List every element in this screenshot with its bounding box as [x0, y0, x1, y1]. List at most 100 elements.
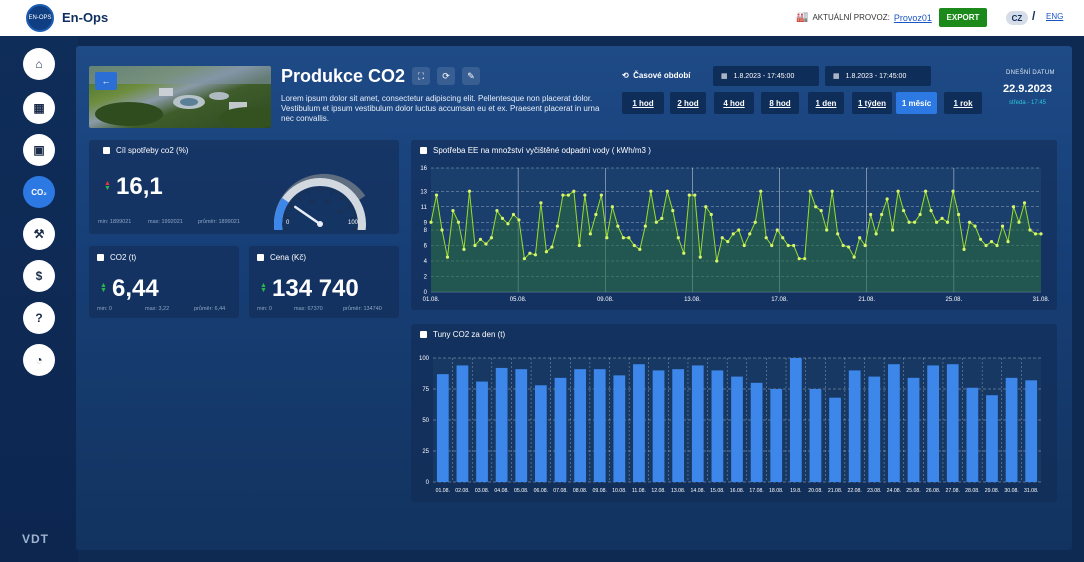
- bar-chart-title[interactable]: Tuny CO2 za den (t): [420, 330, 505, 339]
- period-button[interactable]: 4 hod: [714, 92, 754, 114]
- line-point: [836, 232, 840, 236]
- cena-card-title[interactable]: Cena (Kč): [257, 253, 306, 262]
- line-point: [896, 189, 900, 193]
- x-tick-label: 17.08.: [771, 297, 788, 303]
- checkbox[interactable]: [97, 254, 104, 261]
- y-tick-label: 2: [424, 275, 428, 281]
- lang-eng-link[interactable]: ENG: [1046, 12, 1063, 21]
- line-chart-title[interactable]: Spotřeba EE na množství vyčištěné odpadn…: [420, 146, 651, 155]
- today-label: DNEŠNÍ DATUM: [1006, 70, 1055, 76]
- back-button[interactable]: ←: [95, 72, 117, 90]
- checkbox[interactable]: [420, 331, 427, 338]
- sidebar-item-co2[interactable]: CO₂: [23, 176, 55, 208]
- gauge-tick: [350, 207, 354, 210]
- x-tick-label: 05.08.: [510, 297, 527, 303]
- page-title: Produkce CO2: [281, 66, 406, 86]
- gauge-tick: [285, 209, 289, 212]
- period-button[interactable]: 8 hod: [761, 92, 799, 114]
- line-point: [682, 251, 686, 255]
- line-point: [594, 212, 598, 217]
- sidebar-item-factory-arm[interactable]: ⚒: [23, 218, 55, 250]
- gauge-tick: [283, 228, 291, 230]
- y-tick-label: 9: [424, 220, 428, 226]
- line-point: [781, 236, 785, 240]
- line-point: [539, 201, 543, 205]
- provoz-link[interactable]: Provoz01: [894, 13, 932, 23]
- sidebar-item-gauge[interactable]: ◔: [23, 344, 55, 376]
- line-point: [984, 243, 988, 248]
- date-from-field[interactable]: ▦ 1.8.2023 - 17:45:00: [713, 66, 819, 86]
- gauge-hub: [317, 221, 323, 227]
- line-point: [962, 247, 966, 251]
- bar: [907, 377, 920, 482]
- period-button[interactable]: 1 hod: [622, 92, 664, 114]
- gauge-tick: [339, 193, 342, 197]
- checkbox[interactable]: [103, 147, 110, 154]
- x-tick-label: 03.08.: [475, 488, 489, 494]
- gauge-tick: [284, 211, 288, 214]
- period-button[interactable]: 2 hod: [670, 92, 706, 114]
- factory-arm-icon: ⚒: [33, 227, 45, 241]
- line-point: [907, 220, 911, 224]
- edit-button[interactable]: ✎: [462, 67, 480, 85]
- date-to-field[interactable]: ▦ 1.8.2023 - 17:45:00: [825, 66, 931, 86]
- date-to-value: 1.8.2023 - 17:45:00: [845, 72, 907, 80]
- today-day: středa - 17:45: [1009, 100, 1047, 106]
- bar: [966, 387, 979, 482]
- line-point: [715, 259, 719, 263]
- goal-avg: průměr: 1899021: [198, 219, 240, 225]
- x-tick-label: 10.08.: [612, 488, 626, 494]
- period-button[interactable]: 1 den: [808, 92, 844, 114]
- gauge-tick: [328, 188, 331, 192]
- line-point: [434, 193, 439, 197]
- line-point: [753, 220, 757, 224]
- line-point: [934, 220, 939, 224]
- period-button[interactable]: 1 měsíc: [896, 92, 937, 114]
- fullscreen-button[interactable]: ⛶: [412, 67, 430, 85]
- sidebar-item-help[interactable]: ?: [23, 302, 55, 334]
- line-point: [649, 189, 653, 193]
- x-tick-label: 13.08.: [684, 297, 701, 303]
- goal-card-title[interactable]: Cíl spotřeby co2 (%): [103, 146, 188, 155]
- x-tick-label: 28.08.: [965, 488, 979, 494]
- line-point: [929, 209, 933, 213]
- x-tick-label: 21.08.: [858, 297, 875, 303]
- x-tick-label: 25.08.: [906, 488, 920, 494]
- app-logo[interactable]: EN-OPS: [26, 4, 54, 32]
- y-tick-label: 0: [426, 480, 430, 486]
- factory-icon: 🏭: [796, 12, 809, 23]
- cena-title-text: Cena (Kč): [270, 253, 307, 262]
- y-tick-label: 100: [419, 356, 430, 362]
- sidebar-item-home[interactable]: ⌂: [23, 48, 55, 80]
- refresh-button[interactable]: ⟳: [437, 67, 455, 85]
- x-tick-label: 09.08.: [592, 488, 606, 494]
- export-button[interactable]: EXPORT: [939, 8, 987, 27]
- period-button[interactable]: 1 rok: [944, 92, 982, 114]
- gauge-tick: [349, 228, 357, 230]
- line-point: [709, 212, 713, 217]
- gauge-min-label: 0: [286, 220, 290, 226]
- x-tick-label: 01.08.: [436, 488, 450, 494]
- gauge-tick: [329, 189, 334, 196]
- sidebar-item-calendar[interactable]: ▦: [23, 92, 55, 124]
- x-tick-label: 19.8.: [790, 488, 802, 494]
- checkbox[interactable]: [257, 254, 264, 261]
- sidebar-item-dollar[interactable]: $: [23, 260, 55, 292]
- line-point: [544, 250, 549, 254]
- sidebar-item-calendar-check[interactable]: ▣: [23, 134, 55, 166]
- line-point: [506, 222, 510, 226]
- today-date: 22.9.2023: [1003, 83, 1052, 95]
- line-point: [698, 255, 702, 259]
- line-point: [764, 236, 768, 240]
- period-button[interactable]: 1 týden: [852, 92, 892, 114]
- gauge-tick: [344, 198, 348, 202]
- co2-card-title[interactable]: CO2 (t): [97, 253, 136, 262]
- y-tick-label: 75: [422, 387, 429, 393]
- x-tick-label: 31.08.: [1033, 297, 1050, 303]
- calendar-check-icon: ▣: [33, 143, 45, 157]
- gauge-tick: [337, 192, 340, 196]
- lang-cz-button[interactable]: CZ: [1006, 11, 1028, 25]
- checkbox[interactable]: [420, 147, 427, 154]
- bar: [456, 365, 469, 482]
- line-point: [1033, 232, 1038, 236]
